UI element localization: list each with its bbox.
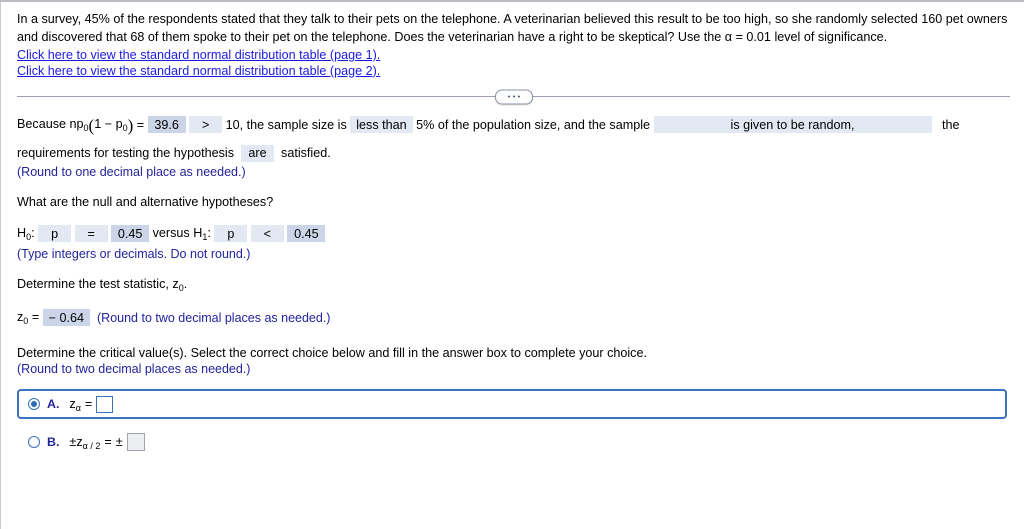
np-subscript: 0 [83,123,89,133]
answer-body: Because np0 ( 1 − p0 ) = 39.6 > 10, the … [17,97,1010,454]
section-divider [17,89,1010,104]
test-statistic-prompt: Determine the test statistic, z0. [17,277,1010,293]
choice-b-letter: B. [47,435,60,449]
test-statistic-row: z0 = − 0.64 (Round to two decimal places… [17,307,1010,328]
equals-sign: = [136,117,145,132]
round-one-decimal-note: (Round to one decimal place as needed.) [17,165,246,179]
h0-value-input[interactable]: 0.45 [111,225,150,242]
hypotheses-row: H0: p = 0.45 versus H1: p < 0.45 [17,223,1010,244]
choice-a-expression: zα = [69,395,114,413]
np-value-input[interactable]: 39.6 [147,116,186,133]
plus-minus-z-alpha-half-symbol: ±zα / 2 [69,435,101,451]
h0-parameter-dropdown[interactable]: p [38,225,72,242]
choice-b-expression: ±zα / 2 = ± [69,433,145,451]
h0-operator-dropdown[interactable]: = [74,225,108,242]
dot-icon [507,95,510,98]
choice-b-answer-input[interactable] [126,433,145,451]
dot-icon [512,95,515,98]
choice-option-a[interactable]: A. zα = [17,389,1007,419]
alpha-over-two-subscript: α / 2 [82,441,101,451]
h1-parameter-dropdown[interactable]: p [214,225,248,242]
link-normal-table-page1[interactable]: Click here to view the standard normal d… [17,48,1010,64]
randomness-dropdown[interactable]: is given to be random, [653,116,932,133]
test-statistic-prompt-text: Determine the test statistic, z [17,277,179,291]
requirements-text: requirements for testing the hypothesis [17,146,235,160]
z-alpha-symbol: zα [69,397,81,413]
z-subscript: 0 [178,283,184,293]
after-sample-size-text: 5% of the population size, and the sampl… [416,117,650,132]
type-integers-note: (Type integers or decimals. Do not round… [17,247,251,261]
period: . [183,277,188,291]
z0-subscript: 0 [23,316,29,326]
exercise-page: In a survey, 45% of the respondents stat… [0,0,1024,529]
are-dropdown[interactable]: are [241,144,275,162]
conditions-line-1: Because np0 ( 1 − p0 ) = 39.6 > 10, the … [17,115,960,135]
link-normal-table-page2[interactable]: Click here to view the standard normal d… [17,64,1010,80]
choice-a-answer-input[interactable] [96,395,114,413]
problem-statement: In a survey, 45% of the respondents stat… [17,12,1008,44]
conditions-lead: Because np0 [17,117,89,133]
h1-value-input[interactable]: 0.45 [287,225,326,242]
equals-sign: = [84,397,93,411]
alpha-subscript: α [75,403,81,413]
h1-subscript: 1 [202,232,208,242]
conditions-line-2: requirements for testing the hypothesis … [17,143,1010,163]
ellipsis-handle-icon[interactable] [494,89,533,104]
equals-sign: = [104,435,112,449]
z0-label: z0 = [17,310,40,326]
trailing-the-text: the [942,117,960,132]
z0-value-input[interactable]: − 0.64 [42,309,91,326]
sample-size-dropdown[interactable]: less than [350,116,413,133]
comparison-dropdown[interactable]: > [189,116,223,133]
critical-value-round-note: (Round to two decimal places as needed.) [17,362,251,376]
h0-label: H0: [17,226,35,242]
versus-text: versus H1: [152,226,211,242]
critical-value-prompt: Determine the critical value(s). Select … [17,346,647,360]
choice-a-letter: A. [47,397,60,411]
one-minus-p: 1 − p0 [94,117,128,133]
round-two-decimal-note: (Round to two decimal places as needed.) [97,310,331,325]
radio-button-a-icon[interactable] [28,398,40,410]
after-comparison-text: 10, the sample size is [225,117,347,132]
h1-operator-dropdown[interactable]: < [250,225,284,242]
hypotheses-question: What are the null and alternative hypoth… [17,195,274,209]
h0-subscript: 0 [26,232,32,242]
radio-button-b-icon[interactable] [28,436,40,448]
choice-option-b[interactable]: B. ±zα / 2 = ± [17,430,1010,454]
plus-minus-sign: ± [115,435,123,449]
reference-links: Click here to view the standard normal d… [17,48,1010,79]
satisfied-text: satisfied. [281,146,331,160]
p-subscript: 0 [122,123,128,133]
dot-icon [517,95,520,98]
